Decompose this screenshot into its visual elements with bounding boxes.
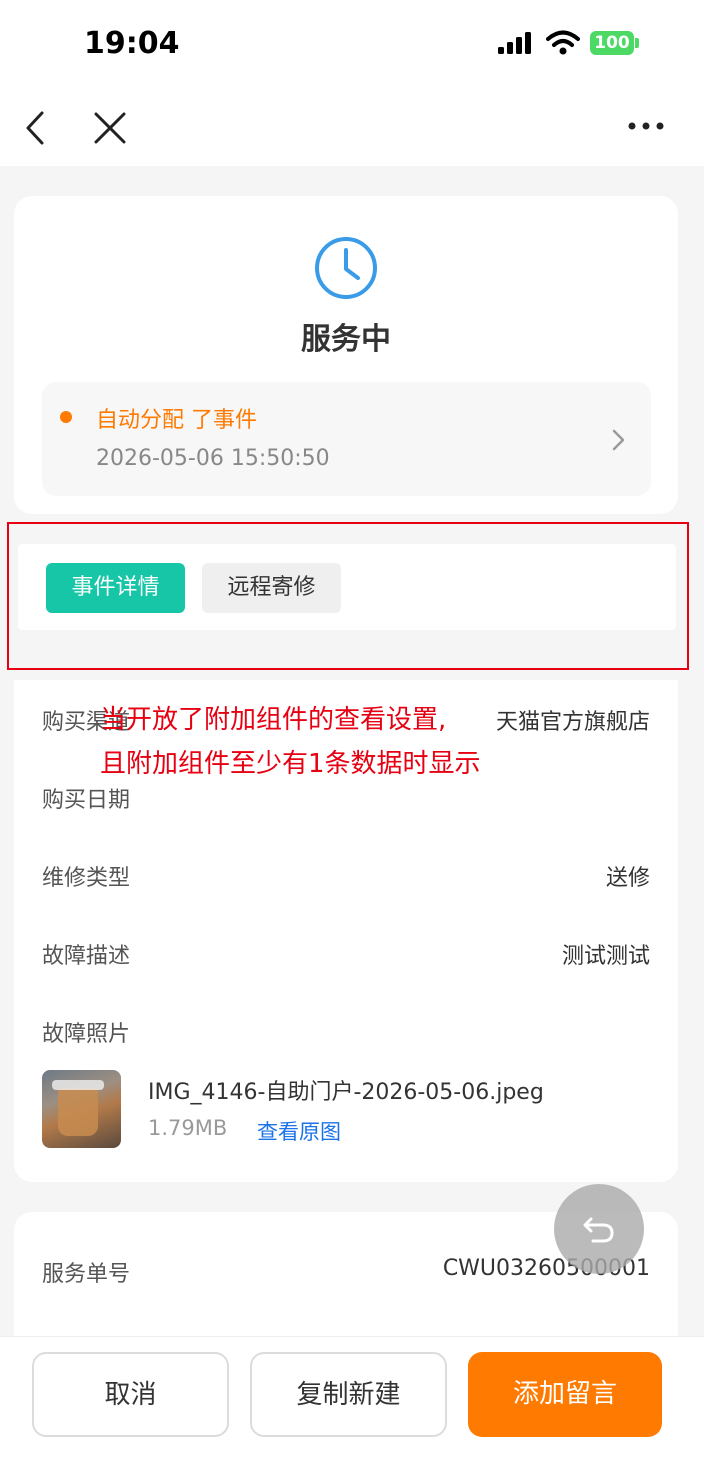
nav-bar [0,88,704,166]
view-original-link[interactable]: 查看原图 [257,1116,341,1146]
annotation-line-2: 且附加组件至少有1条数据时显示 [100,749,481,779]
status-title: 服务中 [301,322,391,357]
timeline-event: 自动分配 了事件 [96,408,257,433]
photo-lid-shape [52,1080,104,1090]
status-card: 服务中 自动分配 了事件 2026-05-06 15:50:50 [14,196,678,514]
annotation-frame [7,522,689,670]
signal-icon [498,32,534,58]
clock-icon [314,236,378,304]
chevron-left-icon[interactable] [22,110,50,150]
fault-photo-thumbnail[interactable] [42,1070,121,1148]
cancel-button[interactable]: 取消 [32,1352,229,1437]
battery-icon: 100 [590,31,634,55]
wifi-icon [546,30,580,60]
timeline-time: 2026-05-06 15:50:50 [96,446,330,471]
close-icon[interactable] [92,110,128,150]
annotation-line-1: 当开放了附加组件的查看设置, [100,705,447,735]
status-time: 19:04 [84,26,180,61]
timeline-entry[interactable]: 自动分配 了事件 2026-05-06 15:50:50 [42,382,651,496]
undo-fab[interactable] [554,1184,644,1274]
photo-cup-shape [58,1088,98,1136]
copy-new-button[interactable]: 复制新建 [250,1352,447,1437]
fault-desc-value: 测试测试 [561,944,650,969]
service-number-label: 服务单号 [42,1262,131,1287]
add-message-button[interactable]: 添加留言 [468,1352,662,1437]
more-icon[interactable] [626,118,666,138]
fault-desc-label: 故障描述 [42,944,131,969]
file-size: 1.79MB [148,1116,228,1140]
purchase-date-label: 购买日期 [42,788,131,813]
file-name: IMG_4146-自助门户-2026-05-06.jpeg [148,1080,544,1105]
status-bar: 19:04 100 [0,0,704,88]
undo-icon [583,1217,614,1243]
repair-type-value: 送修 [605,866,650,891]
chevron-right-icon [611,428,627,456]
repair-type-label: 维修类型 [42,866,131,891]
action-footer: 取消 复制新建 添加留言 [0,1336,704,1476]
battery-tip [635,38,639,48]
timeline-dot [60,411,72,423]
fault-photo-label: 故障照片 [42,1022,131,1047]
